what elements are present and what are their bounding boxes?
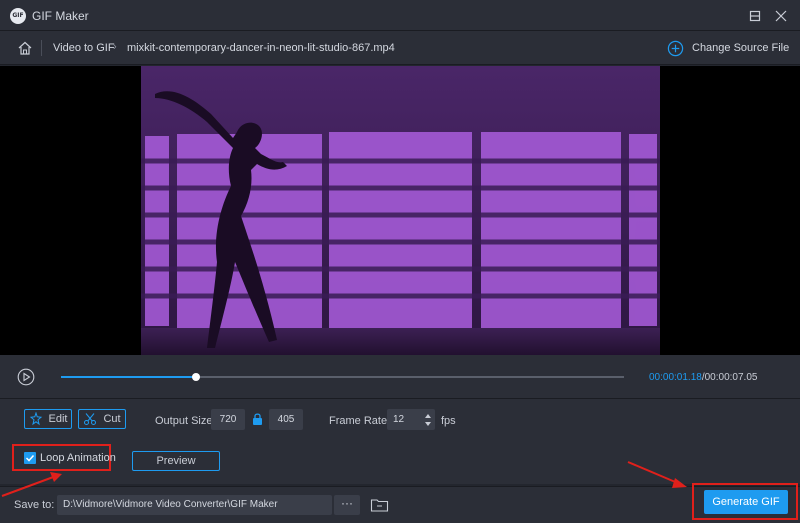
add-circle-icon — [667, 40, 684, 56]
generate-gif-highlight: Generate GIF — [692, 483, 798, 520]
play-icon[interactable] — [17, 368, 35, 386]
output-size-label: Output Size: — [155, 415, 216, 427]
lock-icon[interactable] — [252, 412, 263, 426]
output-width-field[interactable]: 720 — [211, 409, 245, 430]
seek-bar[interactable] — [61, 373, 624, 381]
video-frame-image — [141, 66, 660, 355]
seek-bar-thumb[interactable] — [192, 373, 201, 381]
scissors-icon — [84, 413, 97, 425]
home-icon[interactable] — [16, 39, 34, 57]
nav-divider — [41, 40, 42, 56]
title-bar: GIF GIF Maker — [0, 0, 800, 31]
total-time: 00:00:07.05 — [704, 372, 758, 383]
preview-button[interactable]: Preview — [132, 451, 220, 471]
save-to-label: Save to: — [14, 499, 55, 511]
time-readout: 00:00:01.18/00:00:07.05 — [649, 372, 757, 383]
video-preview-area — [0, 66, 800, 355]
edit-button-label: Edit — [48, 413, 68, 425]
app-logo: GIF — [10, 8, 26, 24]
change-source-file-button[interactable]: Change Source File — [667, 38, 789, 58]
breadcrumb-file-name: mixkit-contemporary-dancer-in-neon-lit-s… — [127, 42, 395, 54]
magic-wand-icon — [29, 412, 42, 426]
maximize-icon[interactable] — [746, 7, 764, 25]
browse-more-button[interactable]: ··· — [334, 495, 360, 515]
generate-gif-button[interactable]: Generate GIF — [704, 490, 788, 514]
chevron-right-icon: › — [113, 41, 117, 53]
cut-button[interactable]: Cut — [78, 409, 126, 429]
folder-icon[interactable] — [370, 497, 389, 513]
loop-animation-checkbox[interactable] — [24, 452, 36, 464]
frame-rate-stepper[interactable] — [423, 410, 433, 430]
cut-button-label: Cut — [103, 413, 121, 425]
breadcrumb-video-to-gif[interactable]: Video to GIF — [53, 42, 115, 54]
close-icon[interactable] — [772, 7, 790, 25]
checkmark-icon — [25, 454, 35, 462]
change-source-file-label: Change Source File — [692, 42, 790, 54]
loop-animation-label[interactable]: Loop Animation — [40, 452, 116, 464]
video-frame — [141, 66, 660, 355]
window-title: GIF Maker — [32, 9, 89, 23]
save-bar: Save to: D:\Vidmore\Vidmore Video Conver… — [0, 486, 800, 523]
seek-bar-progress — [61, 376, 197, 378]
gif-settings-panel: Edit Cut Output Size: 720 405 Frame Rate… — [0, 398, 800, 484]
current-time: 00:00:01.18 — [649, 372, 702, 383]
playback-controls: 00:00:01.18/00:00:07.05 — [0, 355, 800, 398]
output-height-field[interactable]: 405 — [269, 409, 303, 430]
breadcrumb-bar: Video to GIF › mixkit-contemporary-dance… — [0, 31, 800, 65]
frame-rate-unit: fps — [441, 415, 456, 427]
loop-animation-highlight: Loop Animation — [12, 444, 116, 471]
save-path-field[interactable]: D:\Vidmore\Vidmore Video Converter\GIF M… — [57, 495, 332, 515]
frame-rate-label: Frame Rate: — [329, 415, 391, 427]
edit-button[interactable]: Edit — [24, 409, 72, 429]
